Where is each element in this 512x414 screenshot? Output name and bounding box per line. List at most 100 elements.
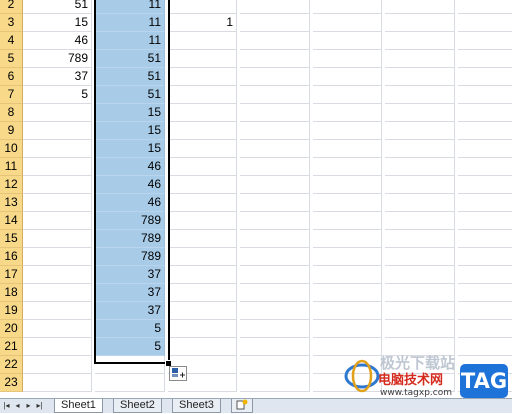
cell-col-e[interactable]	[313, 140, 382, 158]
cell-col-b[interactable]	[95, 356, 165, 374]
cell-col-b[interactable]: 46	[95, 158, 165, 176]
cell-col-e[interactable]	[313, 212, 382, 230]
cell-col-b[interactable]: 15	[95, 122, 165, 140]
tab-sheet1[interactable]: Sheet1	[54, 399, 103, 413]
cell-col-a[interactable]	[23, 356, 92, 374]
cell-col-d[interactable]	[240, 0, 310, 14]
cell-col-g[interactable]	[458, 212, 512, 230]
cell-col-d[interactable]	[240, 374, 310, 392]
cell-col-f[interactable]	[385, 284, 455, 302]
cell-col-f[interactable]	[385, 50, 455, 68]
cell-col-f[interactable]	[385, 86, 455, 104]
cell-col-e[interactable]	[313, 14, 382, 32]
cell-col-d[interactable]	[240, 50, 310, 68]
cell-col-a[interactable]: 789	[23, 50, 92, 68]
cell-col-e[interactable]	[313, 176, 382, 194]
cell-col-f[interactable]	[385, 230, 455, 248]
cell-col-e[interactable]	[313, 248, 382, 266]
cell-col-e[interactable]	[313, 50, 382, 68]
cell-col-e[interactable]	[313, 122, 382, 140]
cell-col-d[interactable]	[240, 266, 310, 284]
cell-col-d[interactable]	[240, 122, 310, 140]
cell-col-g[interactable]	[458, 230, 512, 248]
cell-col-a[interactable]	[23, 230, 92, 248]
row-header[interactable]: 18	[0, 284, 23, 302]
cell-col-b[interactable]: 51	[95, 50, 165, 68]
cell-col-b[interactable]: 46	[95, 176, 165, 194]
row-header[interactable]: 16	[0, 248, 23, 266]
tab-sheet3[interactable]: Sheet3	[172, 399, 221, 413]
cell-col-g[interactable]	[458, 122, 512, 140]
cell-col-e[interactable]	[313, 0, 382, 14]
cell-col-a[interactable]: 46	[23, 32, 92, 50]
cell-col-f[interactable]	[385, 356, 455, 374]
cell-col-g[interactable]	[458, 0, 512, 14]
cell-col-a[interactable]: 51	[23, 0, 92, 14]
cell-col-a[interactable]: 15	[23, 14, 92, 32]
cell-col-f[interactable]	[385, 338, 455, 356]
cell-col-e[interactable]	[313, 266, 382, 284]
cell-col-e[interactable]	[313, 356, 382, 374]
cell-col-a[interactable]	[23, 140, 92, 158]
cell-col-g[interactable]	[458, 32, 512, 50]
cell-col-g[interactable]	[458, 104, 512, 122]
cell-col-a[interactable]	[23, 302, 92, 320]
cell-col-f[interactable]	[385, 374, 455, 392]
row-header[interactable]: 8	[0, 104, 23, 122]
first-sheet-icon[interactable]: |◂	[2, 401, 11, 411]
cell-col-f[interactable]	[385, 158, 455, 176]
cell-col-e[interactable]	[313, 302, 382, 320]
cell-col-c[interactable]: 1	[168, 14, 237, 32]
cell-col-f[interactable]	[385, 212, 455, 230]
row-header[interactable]: 19	[0, 302, 23, 320]
cell-col-c[interactable]	[168, 248, 237, 266]
cell-col-b[interactable]: 37	[95, 284, 165, 302]
cell-col-g[interactable]	[458, 86, 512, 104]
cell-col-g[interactable]	[458, 140, 512, 158]
cell-col-a[interactable]	[23, 266, 92, 284]
cell-col-g[interactable]	[458, 68, 512, 86]
cell-col-g[interactable]	[458, 248, 512, 266]
cell-col-a[interactable]	[23, 248, 92, 266]
cell-col-c[interactable]	[168, 230, 237, 248]
cell-col-d[interactable]	[240, 68, 310, 86]
row-header[interactable]: 13	[0, 194, 23, 212]
cell-col-b[interactable]: 5	[95, 338, 165, 356]
row-header[interactable]: 11	[0, 158, 23, 176]
cell-col-d[interactable]	[240, 248, 310, 266]
cell-col-d[interactable]	[240, 302, 310, 320]
cell-col-d[interactable]	[240, 212, 310, 230]
cell-col-c[interactable]	[168, 104, 237, 122]
cell-col-e[interactable]	[313, 374, 382, 392]
cell-col-c[interactable]	[168, 176, 237, 194]
last-sheet-icon[interactable]: ▸|	[35, 401, 44, 411]
cell-col-c[interactable]	[168, 32, 237, 50]
cell-col-b[interactable]: 789	[95, 212, 165, 230]
cell-col-b[interactable]: 11	[95, 14, 165, 32]
worksheet-grid[interactable]: 2 51 11 3 15 11 1 4 46 11 5 789 51 6 37 51 7 5 51 8 15 9 15 10 1…	[0, 0, 512, 398]
cell-col-d[interactable]	[240, 338, 310, 356]
cell-col-a[interactable]	[23, 194, 92, 212]
row-header[interactable]: 17	[0, 266, 23, 284]
row-header[interactable]: 3	[0, 14, 23, 32]
cell-col-e[interactable]	[313, 338, 382, 356]
cell-col-b[interactable]: 15	[95, 104, 165, 122]
cell-col-g[interactable]	[458, 266, 512, 284]
row-header[interactable]: 14	[0, 212, 23, 230]
cell-col-b[interactable]	[95, 374, 165, 392]
row-header[interactable]: 23	[0, 374, 23, 392]
cell-col-c[interactable]	[168, 194, 237, 212]
cell-col-c[interactable]	[168, 86, 237, 104]
row-header[interactable]: 9	[0, 122, 23, 140]
cell-col-f[interactable]	[385, 176, 455, 194]
cell-col-c[interactable]	[168, 284, 237, 302]
cell-col-g[interactable]	[458, 338, 512, 356]
cell-col-d[interactable]	[240, 158, 310, 176]
tab-sheet2[interactable]: Sheet2	[113, 399, 162, 413]
cell-col-f[interactable]	[385, 266, 455, 284]
cell-col-a[interactable]	[23, 320, 92, 338]
cell-col-c[interactable]	[168, 338, 237, 356]
insert-sheet-button[interactable]	[231, 399, 253, 413]
row-header[interactable]: 10	[0, 140, 23, 158]
cell-col-f[interactable]	[385, 0, 455, 14]
